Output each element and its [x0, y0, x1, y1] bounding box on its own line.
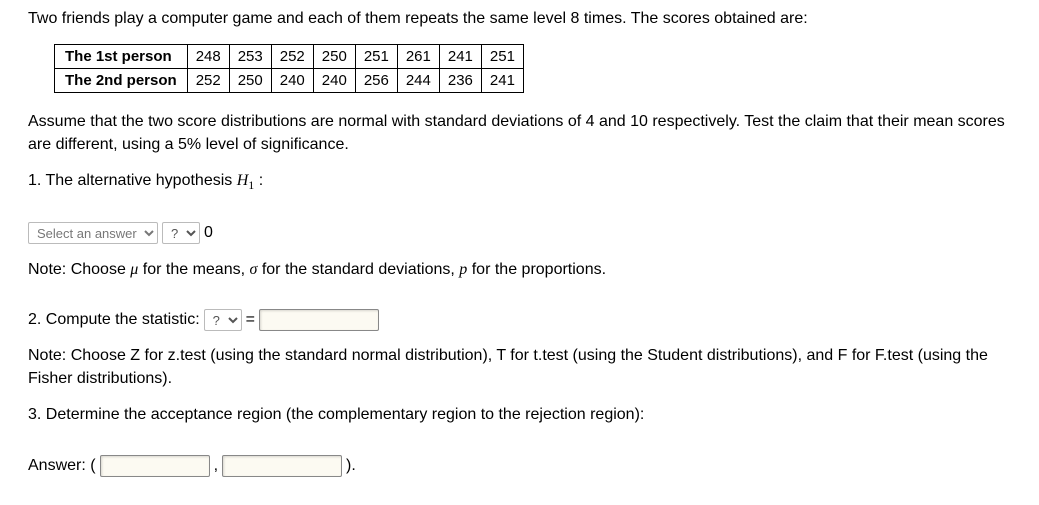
cell: 241 — [439, 45, 481, 69]
note1-pre: Note: Choose — [28, 261, 130, 278]
table-row: The 2nd person 252 250 240 240 256 244 2… — [55, 69, 524, 93]
cell: 248 — [187, 45, 229, 69]
cell: 240 — [313, 69, 355, 93]
comma: , — [214, 455, 218, 477]
cell: 252 — [271, 45, 313, 69]
cell: 236 — [439, 69, 481, 93]
q3-prompt: 3. Determine the acceptance region (the … — [28, 404, 1011, 426]
scores-table: The 1st person 248 253 252 250 251 261 2… — [54, 44, 524, 93]
cell: 241 — [481, 69, 523, 93]
sigma-symbol: σ — [249, 261, 257, 278]
table-row: The 1st person 248 253 252 250 251 261 2… — [55, 45, 524, 69]
cell: 251 — [355, 45, 397, 69]
cell: 251 — [481, 45, 523, 69]
statistic-type-select[interactable]: ? — [204, 309, 242, 331]
cell: 240 — [271, 69, 313, 93]
cell: 256 — [355, 69, 397, 93]
note-tests: Note: Choose Z for z.test (using the sta… — [28, 345, 988, 390]
row1-label: The 1st person — [55, 45, 188, 69]
cell: 250 — [313, 45, 355, 69]
note-params: Note: Choose μ for the means, σ for the … — [28, 259, 1011, 281]
cell: 261 — [397, 45, 439, 69]
q2-label: 2. Compute the statistic: — [28, 309, 200, 331]
q1-colon: : — [254, 172, 263, 189]
note1-t1: for the means, — [143, 261, 250, 278]
q2-controls: 2. Compute the statistic: ? = — [28, 309, 379, 331]
answer-label: Answer: ( — [28, 455, 96, 477]
mu-symbol: μ — [130, 261, 138, 278]
cell: 244 — [397, 69, 439, 93]
note1-t2: for the standard deviations, — [262, 261, 459, 278]
cell: 250 — [229, 69, 271, 93]
hypothesis-operator-select[interactable]: ? — [162, 222, 200, 244]
interval-lower-input[interactable] — [100, 455, 210, 477]
answer-controls: Answer: ( , ). — [28, 455, 356, 477]
equals-sign: = — [246, 309, 255, 331]
q1-controls: Select an answer ? 0 — [28, 222, 213, 244]
hypothesis-parameter-select[interactable]: Select an answer — [28, 222, 158, 244]
assumption-text: Assume that the two score distributions … — [28, 111, 1008, 156]
answer-end: ). — [346, 455, 356, 477]
q1-prompt: 1. The alternative hypothesis H1 : — [28, 170, 1011, 194]
intro-text: Two friends play a computer game and eac… — [28, 8, 1011, 30]
zero-text: 0 — [204, 222, 213, 244]
note1-t3: for the proportions. — [472, 261, 606, 278]
statistic-value-input[interactable] — [259, 309, 379, 331]
interval-upper-input[interactable] — [222, 455, 342, 477]
h1-var: H — [237, 172, 249, 189]
cell: 252 — [187, 69, 229, 93]
q1-lead: 1. The alternative hypothesis — [28, 172, 237, 189]
row2-label: The 2nd person — [55, 69, 188, 93]
cell: 253 — [229, 45, 271, 69]
p-symbol: p — [459, 261, 467, 278]
